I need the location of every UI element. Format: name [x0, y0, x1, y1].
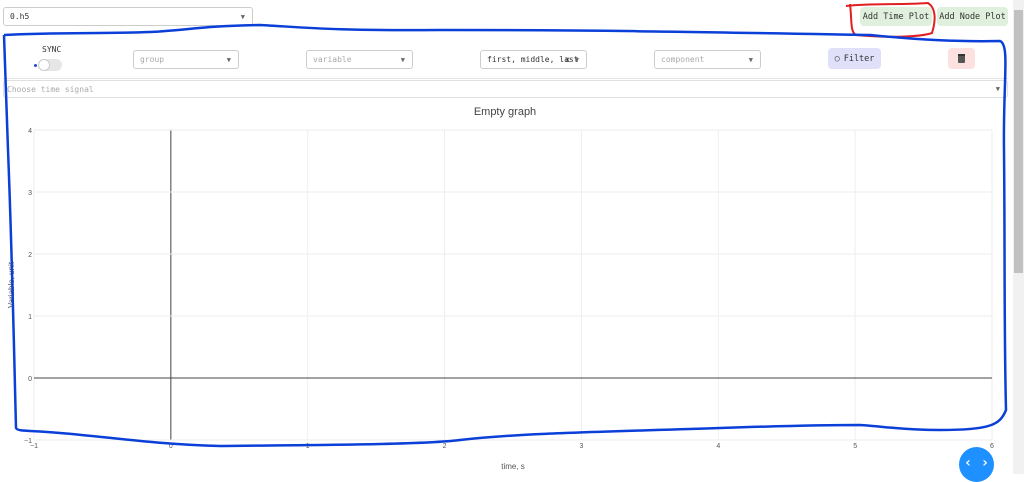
- chevron-down-icon: ▼: [240, 12, 245, 21]
- divider: [3, 78, 1008, 79]
- x-axis-label: time, s: [501, 462, 525, 471]
- y-tick-label: 2: [28, 252, 32, 259]
- trash-icon: [958, 54, 965, 63]
- group-select[interactable]: group ▼: [133, 50, 239, 69]
- empty-graph-chart[interactable]: Empty graph −1 0 1 2 3 4 5 6−101234 time, s Var…: [0, 100, 1012, 474]
- code-toggle-button[interactable]: ‹ ›: [959, 447, 994, 482]
- x-tick-label: 2: [443, 443, 447, 450]
- group-placeholder: group: [140, 55, 165, 64]
- y-tick-label: 3: [28, 190, 32, 197]
- x-tick-label: 0: [169, 443, 173, 450]
- variable-placeholder: variable: [313, 55, 352, 64]
- sync-toggle[interactable]: [38, 59, 62, 71]
- file-select[interactable]: 0.h5 ▼: [3, 7, 253, 26]
- x-tick-label: 5: [853, 443, 857, 450]
- chevron-down-icon: ▼: [995, 85, 1000, 93]
- x-tick-label: 6: [990, 443, 994, 450]
- x-tick-label: 3: [579, 443, 583, 450]
- clear-icon[interactable]: x: [565, 55, 570, 64]
- y-tick-label: 0: [28, 376, 32, 383]
- time-signal-placeholder: Choose time signal: [7, 84, 94, 94]
- filter-button[interactable]: ○ Filter: [828, 48, 881, 69]
- scrollbar[interactable]: [1013, 0, 1024, 474]
- scrollbar-thumb[interactable]: [1014, 10, 1023, 273]
- chart-title: Empty graph: [474, 106, 536, 118]
- chevron-down-icon: ▼: [400, 55, 405, 64]
- delete-button[interactable]: [948, 48, 975, 69]
- x-tick-label: 4: [716, 443, 720, 450]
- chevron-down-icon: ▼: [748, 55, 753, 64]
- filter-icon: ○: [834, 53, 840, 64]
- filter-label: Filter: [843, 53, 875, 64]
- y-tick-label: 1: [28, 314, 32, 321]
- variable-select[interactable]: variable ▼: [306, 50, 413, 69]
- chevron-down-icon: ▼: [574, 55, 579, 64]
- sync-dot: [34, 64, 37, 67]
- position-select[interactable]: first, middle, last x ▼: [480, 50, 587, 69]
- y-tick-label: −1: [24, 438, 32, 445]
- file-select-value: 0.h5: [10, 12, 30, 21]
- add-node-plot-button[interactable]: Add Node Plot: [937, 7, 1008, 26]
- sync-label: SYNC: [42, 45, 62, 54]
- chevron-down-icon: ▼: [226, 55, 231, 64]
- y-axis-label: Variable, unit: [7, 261, 16, 308]
- time-signal-select[interactable]: Choose time signal ▼: [3, 80, 1008, 98]
- code-icon: ‹ ›: [963, 455, 990, 471]
- x-tick-label: 1: [306, 443, 310, 450]
- component-select[interactable]: component ▼: [654, 50, 761, 69]
- y-tick-label: 4: [28, 128, 32, 135]
- component-placeholder: component: [661, 55, 705, 64]
- add-time-plot-button[interactable]: Add Time Plot: [860, 7, 932, 26]
